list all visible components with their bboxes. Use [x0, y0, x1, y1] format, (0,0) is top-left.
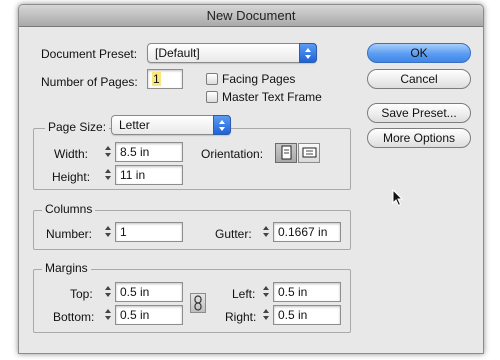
gutter-stepper-icon[interactable] — [261, 222, 272, 242]
portrait-page-icon — [281, 145, 292, 160]
document-preset-dropdown[interactable]: [Default] — [147, 43, 317, 63]
chain-link-icon — [194, 295, 202, 311]
landscape-page-icon — [302, 147, 317, 158]
margin-right-stepper-icon[interactable] — [261, 305, 272, 325]
margin-bottom-input[interactable]: 0.5 in — [115, 305, 183, 325]
gutter-label: Gutter: — [215, 227, 252, 241]
margin-right-input[interactable]: 0.5 in — [273, 305, 341, 325]
margin-left-input[interactable]: 0.5 in — [273, 282, 341, 302]
portrait-orientation-button[interactable] — [275, 143, 297, 163]
number-of-pages-label: Number of Pages: — [41, 75, 138, 89]
columns-title: Columns — [42, 202, 96, 216]
more-options-button[interactable]: More Options — [367, 128, 471, 148]
margin-right-value: 0.5 in — [278, 308, 308, 322]
page-size-dropdown[interactable]: Letter — [111, 115, 231, 135]
master-text-frame-label: Master Text Frame — [222, 90, 322, 104]
ok-button[interactable]: OK — [367, 43, 471, 63]
width-stepper-icon[interactable] — [103, 142, 114, 162]
facing-pages-checkbox[interactable] — [206, 73, 218, 85]
facing-pages-label: Facing Pages — [222, 72, 296, 86]
height-input[interactable]: 11 in — [115, 165, 183, 185]
columns-number-stepper-icon[interactable] — [103, 222, 114, 242]
gutter-value: 0.1667 in — [278, 225, 328, 239]
margin-top-value: 0.5 in — [120, 285, 150, 299]
number-of-pages-value: 1 — [152, 72, 161, 86]
cancel-button[interactable]: Cancel — [367, 69, 471, 89]
link-margins-button[interactable] — [190, 293, 206, 313]
height-label: Height: — [52, 170, 91, 184]
margin-top-stepper-icon[interactable] — [103, 282, 114, 302]
landscape-orientation-button[interactable] — [298, 143, 320, 163]
page-size-value: Letter — [119, 118, 150, 132]
width-value: 8.5 in — [120, 145, 150, 159]
columns-number-value: 1 — [120, 225, 127, 239]
page-size-label: Page Size: — [45, 120, 110, 134]
margins-title: Margins — [42, 261, 91, 275]
document-preset-value: [Default] — [155, 46, 200, 60]
margin-bottom-label: Bottom: — [53, 310, 95, 324]
margin-left-value: 0.5 in — [278, 285, 308, 299]
dialog-title: New Document — [19, 5, 483, 27]
margin-bottom-value: 0.5 in — [120, 308, 150, 322]
margin-bottom-stepper-icon[interactable] — [103, 305, 114, 325]
save-preset-button[interactable]: Save Preset... — [367, 103, 471, 123]
margin-right-label: Right: — [225, 310, 257, 324]
width-label: Width: — [54, 147, 89, 161]
document-preset-label: Document Preset: — [41, 47, 138, 61]
columns-number-input[interactable]: 1 — [115, 222, 183, 242]
dropdown-arrow-icon — [299, 43, 317, 63]
dropdown-arrow-icon — [213, 115, 231, 135]
mouse-pointer-icon — [392, 189, 404, 207]
columns-number-label: Number: — [46, 227, 93, 241]
number-of-pages-input[interactable]: 1 — [147, 69, 183, 89]
new-document-dialog: New Document Document Preset: [Default] … — [18, 4, 484, 354]
height-value: 11 in — [120, 168, 146, 182]
orientation-label: Orientation: — [201, 147, 264, 161]
master-text-frame-checkbox[interactable] — [206, 91, 218, 103]
gutter-input[interactable]: 0.1667 in — [273, 222, 341, 242]
height-stepper-icon[interactable] — [103, 165, 114, 185]
margin-top-label: Top: — [70, 287, 93, 301]
width-input[interactable]: 8.5 in — [115, 142, 183, 162]
margin-left-label: Left: — [232, 287, 256, 301]
margin-left-stepper-icon[interactable] — [261, 282, 272, 302]
margin-top-input[interactable]: 0.5 in — [115, 282, 183, 302]
